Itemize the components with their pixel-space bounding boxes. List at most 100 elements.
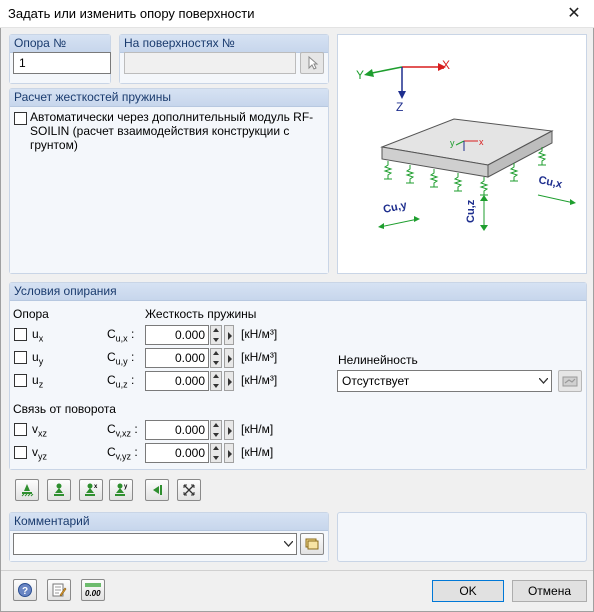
on-surfaces-label: На поверхностях №: [120, 35, 328, 53]
cux-unit: [кН/м³]: [241, 327, 278, 341]
support-side-button[interactable]: [145, 479, 169, 501]
cux-spinner[interactable]: 0.000: [145, 325, 237, 345]
cuy-spinner[interactable]: 0.000: [145, 348, 237, 368]
surface-support-diagram: X Y Z y x Cu,y Cu,x Cu,z: [356, 58, 576, 231]
axis-y-label: Y: [356, 68, 364, 82]
cuz-menu-arrow[interactable]: [224, 371, 234, 391]
svg-text:0.00: 0.00: [85, 589, 101, 598]
rotation-header: Связь от поворота: [13, 402, 116, 416]
support-fixed-icon: [21, 484, 34, 497]
cuy-menu-arrow[interactable]: [224, 348, 234, 368]
pick-surfaces-button[interactable]: [300, 52, 324, 74]
vxz-label: vxz: [32, 422, 47, 439]
support-no-label: Опора №: [10, 35, 110, 53]
support-free-button[interactable]: [177, 479, 201, 501]
support-sliding-x-icon: x: [85, 483, 98, 496]
dialog-body: Опора № На поверхностях № Расчет жесткос…: [0, 28, 594, 612]
close-icon[interactable]: ✕: [562, 3, 586, 25]
footer-divider: [1, 570, 593, 571]
window-title: Задать или изменить опору поверхности: [8, 6, 255, 21]
svg-text:y: y: [124, 484, 128, 490]
uz-checkbox[interactable]: [14, 374, 27, 387]
cuy-arrow-line: [379, 218, 419, 228]
cvyz-spin-arrows[interactable]: [210, 443, 222, 463]
uy-label: uy: [32, 350, 44, 367]
cuz-arrow-down: [480, 225, 488, 231]
chevron-down-icon: [539, 378, 548, 384]
cvyz-value[interactable]: 0.000: [145, 443, 209, 463]
cuy-arrow-right: [414, 216, 420, 222]
cuz-spinner[interactable]: 0.000: [145, 371, 237, 391]
axis-z-arrow: [398, 91, 406, 99]
cux-spin-arrows[interactable]: [210, 325, 222, 345]
cuy-label: Cu,y: [382, 199, 409, 216]
cuy-value[interactable]: 0.000: [145, 348, 209, 368]
diagram-panel: X Y Z y x Cu,y Cu,x Cu,z: [337, 34, 587, 274]
cuy-arrow-left: [378, 223, 384, 229]
cuy-coef-label: Cu,y :: [107, 350, 135, 367]
cux-label: Cu,x: [537, 174, 564, 191]
comment-input[interactable]: [13, 533, 297, 555]
support-no-input[interactable]: [13, 52, 111, 74]
uz-label: uz: [32, 373, 44, 390]
edit-nonlinearity-icon: [562, 376, 578, 387]
ok-button[interactable]: OK: [432, 580, 504, 602]
support-hinged-button[interactable]: [47, 479, 71, 501]
edit-notes-button[interactable]: [47, 579, 71, 601]
vxz-checkbox[interactable]: [14, 423, 27, 436]
cvxz-coef-label: Cv,xz :: [107, 422, 138, 439]
cvyz-menu-arrow[interactable]: [224, 443, 234, 463]
support-fixed-button[interactable]: [15, 479, 39, 501]
soilin-label: Автоматически через дополнительный модул…: [30, 110, 314, 152]
cuz-arrow-up: [480, 195, 488, 201]
uy-checkbox[interactable]: [14, 351, 27, 364]
vyz-checkbox[interactable]: [14, 446, 27, 459]
nonlinearity-value: Отсутствует: [342, 374, 410, 388]
cancel-button[interactable]: Отмена: [512, 580, 587, 602]
comment-side-panel: [337, 512, 587, 562]
comment-browse-button[interactable]: [300, 533, 324, 555]
comment-list-icon: [305, 538, 319, 550]
cuz-coef-label: Cu,z :: [107, 373, 135, 390]
cvxz-spin-arrows[interactable]: [210, 420, 222, 440]
cuz-unit: [кН/м³]: [241, 373, 278, 387]
cursor-pick-icon: [308, 55, 319, 70]
edit-notes-icon: [52, 583, 67, 597]
nonlinearity-edit-button[interactable]: [558, 370, 582, 392]
cvxz-menu-arrow[interactable]: [224, 420, 234, 440]
svg-text:?: ?: [22, 586, 28, 597]
cvxz-unit: [кН/м]: [241, 422, 274, 436]
support-hinged-icon: [54, 483, 64, 496]
nonlinearity-select[interactable]: Отсутствует: [337, 370, 552, 392]
conditions-title: Условия опирания: [10, 283, 586, 301]
title-bar: Задать или изменить опору поверхности ✕: [0, 0, 594, 28]
cvyz-spinner[interactable]: 0.000: [145, 443, 237, 463]
comment-title: Комментарий: [10, 513, 328, 531]
svg-text:x: x: [94, 484, 98, 490]
cuy-spin-arrows[interactable]: [210, 348, 222, 368]
cuz-label: Cu,z: [465, 199, 477, 223]
cvyz-coef-label: Cv,yz :: [107, 445, 138, 462]
axis-y-line: [371, 66, 403, 74]
help-icon: ?: [18, 583, 32, 597]
on-surfaces-input[interactable]: [124, 52, 296, 74]
units-button[interactable]: 0.00: [81, 579, 105, 601]
cvxz-spinner[interactable]: 0.000: [145, 420, 237, 440]
ux-checkbox[interactable]: [14, 328, 27, 341]
cux-value[interactable]: 0.000: [145, 325, 209, 345]
cuz-spin-arrows[interactable]: [210, 371, 222, 391]
cux-coef-label: Cu,x :: [107, 327, 135, 344]
support-sliding-y-button[interactable]: y: [109, 479, 133, 501]
support-sliding-x-button[interactable]: x: [79, 479, 103, 501]
cux-arrow-line: [537, 194, 575, 204]
support-header: Опора: [13, 307, 49, 321]
soilin-checkbox[interactable]: [14, 112, 27, 125]
cvyz-unit: [кН/м]: [241, 445, 274, 459]
local-x-label: x: [479, 137, 484, 147]
cux-menu-arrow[interactable]: [224, 325, 234, 345]
axis-y-arrow: [364, 69, 374, 77]
cvxz-value[interactable]: 0.000: [145, 420, 209, 440]
help-button[interactable]: ?: [13, 579, 37, 601]
chevron-down-icon: [284, 541, 293, 547]
cuz-value[interactable]: 0.000: [145, 371, 209, 391]
